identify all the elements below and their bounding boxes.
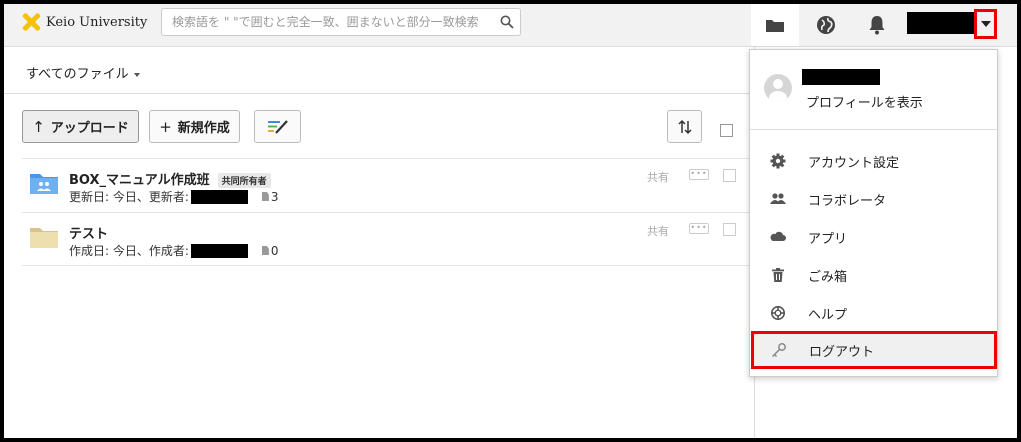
co-owner-badge: 共同所有者 bbox=[217, 173, 271, 188]
file-count-icon bbox=[261, 246, 269, 255]
share-link[interactable]: 共有 bbox=[647, 169, 669, 185]
notifications-button[interactable] bbox=[853, 4, 901, 46]
folder-icon bbox=[30, 228, 58, 248]
upload-label: アップロード bbox=[50, 121, 129, 136]
select-all-checkbox[interactable] bbox=[720, 124, 733, 137]
app-window: Keio University 検索語を " "で囲むと完全一致、囲まないと部分… bbox=[4, 4, 1017, 438]
shared-folder-icon bbox=[30, 174, 58, 194]
meta-text: 作成日: 今日、作成者: bbox=[69, 244, 189, 258]
toolbar: ↑ アップロード + 新規作成 bbox=[4, 94, 754, 158]
chevron-down-icon bbox=[133, 72, 140, 77]
menu-item-account-settings[interactable]: アカウント設定 bbox=[750, 142, 997, 180]
search-icon[interactable] bbox=[500, 15, 514, 29]
collaborators-icon bbox=[770, 193, 786, 204]
more-options-icon[interactable]: ••• bbox=[689, 223, 709, 234]
files-nav-button[interactable] bbox=[751, 4, 799, 46]
file-name[interactable]: BOX_マニュアル作成班 共同所有者 bbox=[69, 169, 271, 188]
table-row[interactable]: BOX_マニュアル作成班 共同所有者 更新日: 今日、更新者: 3 共有 ••• bbox=[22, 158, 752, 212]
arrow-up-icon: ↑ bbox=[32, 117, 45, 136]
file-count: 3 bbox=[270, 189, 279, 204]
notes-pen-icon bbox=[267, 119, 288, 134]
menu-item-label: ログアウト bbox=[809, 344, 875, 360]
trash-icon bbox=[772, 268, 784, 282]
logo-text: Keio University bbox=[46, 14, 148, 30]
user-name-redacted[interactable] bbox=[907, 12, 977, 34]
menu-item-apps[interactable]: アプリ bbox=[750, 218, 997, 256]
top-bar: Keio University bbox=[4, 4, 1017, 47]
file-meta: 更新日: 今日、更新者: 3 bbox=[69, 188, 279, 205]
menu-item-help[interactable]: ヘルプ bbox=[750, 294, 997, 332]
owner-redacted bbox=[190, 189, 248, 204]
file-count: 0 bbox=[270, 243, 279, 258]
file-name[interactable]: テスト bbox=[69, 223, 108, 242]
menu-item-collaborators[interactable]: コラボレータ bbox=[750, 180, 997, 218]
menu-item-label: ごみ箱 bbox=[808, 269, 848, 285]
sort-button[interactable] bbox=[667, 110, 702, 143]
gear-icon bbox=[770, 153, 786, 169]
cloud-icon bbox=[770, 231, 786, 241]
menu-item-trash[interactable]: ごみ箱 bbox=[750, 256, 997, 294]
share-link[interactable]: 共有 bbox=[647, 223, 669, 239]
file-meta: 作成日: 今日、作成者: 0 bbox=[69, 242, 279, 259]
account-menu-toggle[interactable] bbox=[974, 9, 997, 39]
new-button[interactable]: + 新規作成 bbox=[149, 110, 240, 143]
avatar bbox=[764, 74, 792, 102]
menu-item-label: アプリ bbox=[808, 231, 848, 247]
folder-name-label: テスト bbox=[69, 227, 109, 242]
account-dropdown-menu: プロフィールを表示 アカウント設定 コラボレータ アプリ ごみ箱 ヘルプ ログア… bbox=[749, 49, 998, 377]
chevron-down-icon bbox=[980, 21, 991, 27]
breadcrumb-bar: すべてのファイル bbox=[4, 47, 754, 94]
lifebuoy-icon bbox=[771, 306, 785, 320]
all-files-label: すべてのファイル bbox=[26, 67, 129, 82]
folder-name-label: BOX_マニュアル作成班 bbox=[69, 173, 210, 188]
menu-item-label: コラボレータ bbox=[808, 193, 887, 209]
new-label: 新規作成 bbox=[177, 121, 230, 136]
view-profile-link[interactable]: プロフィールを表示 bbox=[806, 92, 923, 111]
upload-button[interactable]: ↑ アップロード bbox=[22, 110, 139, 143]
table-row[interactable]: テスト 作成日: 今日、作成者: 0 共有 ••• bbox=[22, 212, 752, 266]
logo[interactable]: Keio University bbox=[22, 13, 147, 31]
profile-name-redacted bbox=[802, 69, 880, 85]
menu-item-label: アカウント設定 bbox=[808, 155, 900, 171]
owner-redacted bbox=[190, 243, 248, 258]
search-box bbox=[161, 8, 521, 36]
language-button[interactable] bbox=[802, 4, 850, 46]
keio-pen-logo-icon bbox=[22, 13, 40, 31]
sort-icon bbox=[677, 119, 692, 134]
key-icon bbox=[771, 343, 786, 358]
file-count-icon bbox=[261, 192, 269, 201]
search-input[interactable] bbox=[162, 9, 492, 35]
globe-icon bbox=[817, 16, 835, 34]
box-notes-button[interactable] bbox=[254, 110, 301, 143]
folder-icon bbox=[766, 20, 784, 32]
menu-item-label: ヘルプ bbox=[808, 307, 848, 323]
meta-text: 更新日: 今日、更新者: bbox=[69, 190, 189, 204]
row-checkbox[interactable] bbox=[723, 169, 736, 182]
menu-item-logout[interactable]: ログアウト bbox=[751, 331, 997, 369]
plus-icon: + bbox=[159, 117, 172, 136]
more-options-icon[interactable]: ••• bbox=[689, 169, 709, 180]
all-files-dropdown[interactable]: すべてのファイル bbox=[26, 63, 140, 82]
profile-section[interactable]: プロフィールを表示 bbox=[750, 50, 997, 130]
row-checkbox[interactable] bbox=[723, 223, 736, 236]
bell-icon bbox=[869, 16, 885, 35]
